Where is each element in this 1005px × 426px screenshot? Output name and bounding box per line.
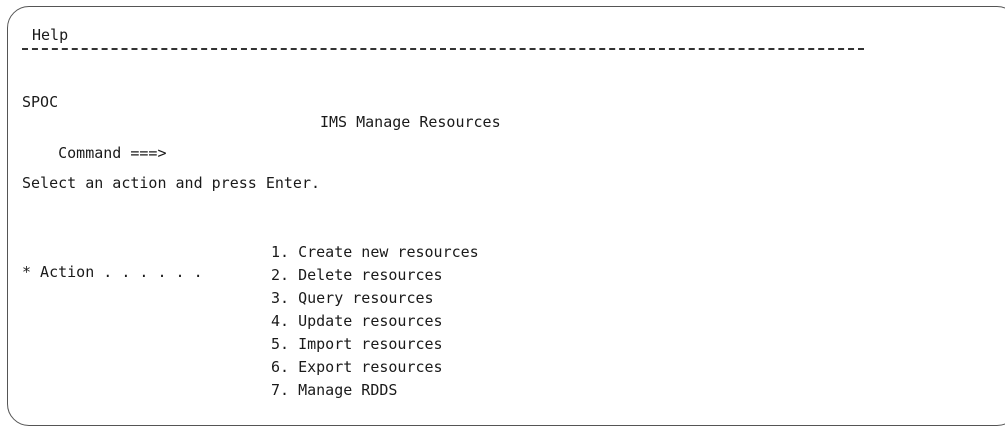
command-prompt: Command ===> bbox=[58, 144, 167, 162]
option-label: Import resources bbox=[298, 335, 443, 353]
option-label: Export resources bbox=[298, 358, 443, 376]
option-label: Delete resources bbox=[298, 266, 443, 284]
action-field-label: * Action . . . . . . bbox=[22, 242, 203, 281]
instruction-text: Select an action and press Enter. bbox=[22, 174, 321, 192]
action-option-2[interactable]: 2. Delete resources bbox=[271, 265, 443, 285]
ispf-panel: Help SPOC IMS Manage Resources Command =… bbox=[22, 0, 997, 414]
action-option-1[interactable]: 1. Create new resources bbox=[271, 242, 479, 262]
option-number: 4. bbox=[271, 312, 290, 330]
option-number: 3. bbox=[271, 289, 290, 307]
action-option-4[interactable]: 4. Update resources bbox=[271, 311, 443, 331]
command-input[interactable] bbox=[174, 144, 895, 163]
option-number: 5. bbox=[271, 335, 290, 353]
option-label: Manage RDDS bbox=[298, 381, 398, 399]
title-row: SPOC IMS Manage Resources bbox=[22, 72, 922, 131]
option-number: 1. bbox=[271, 243, 290, 261]
app-id: SPOC bbox=[22, 93, 59, 111]
option-number: 6. bbox=[271, 358, 290, 376]
header-divider bbox=[22, 48, 864, 50]
option-label: Create new resources bbox=[298, 243, 479, 261]
menu-help[interactable]: Help bbox=[32, 25, 68, 45]
option-label: Update resources bbox=[298, 312, 443, 330]
action-option-6[interactable]: 6. Export resources bbox=[271, 357, 443, 377]
option-number: 7. bbox=[271, 381, 290, 399]
action-label: * Action . . . . . . bbox=[22, 263, 203, 281]
option-number: 2. bbox=[271, 266, 290, 284]
command-row: Command ===> bbox=[22, 123, 895, 163]
action-option-7[interactable]: 7. Manage RDDS bbox=[271, 380, 397, 400]
action-option-3[interactable]: 3. Query resources bbox=[271, 288, 434, 308]
action-option-5[interactable]: 5. Import resources bbox=[271, 334, 443, 354]
option-label: Query resources bbox=[298, 289, 434, 307]
